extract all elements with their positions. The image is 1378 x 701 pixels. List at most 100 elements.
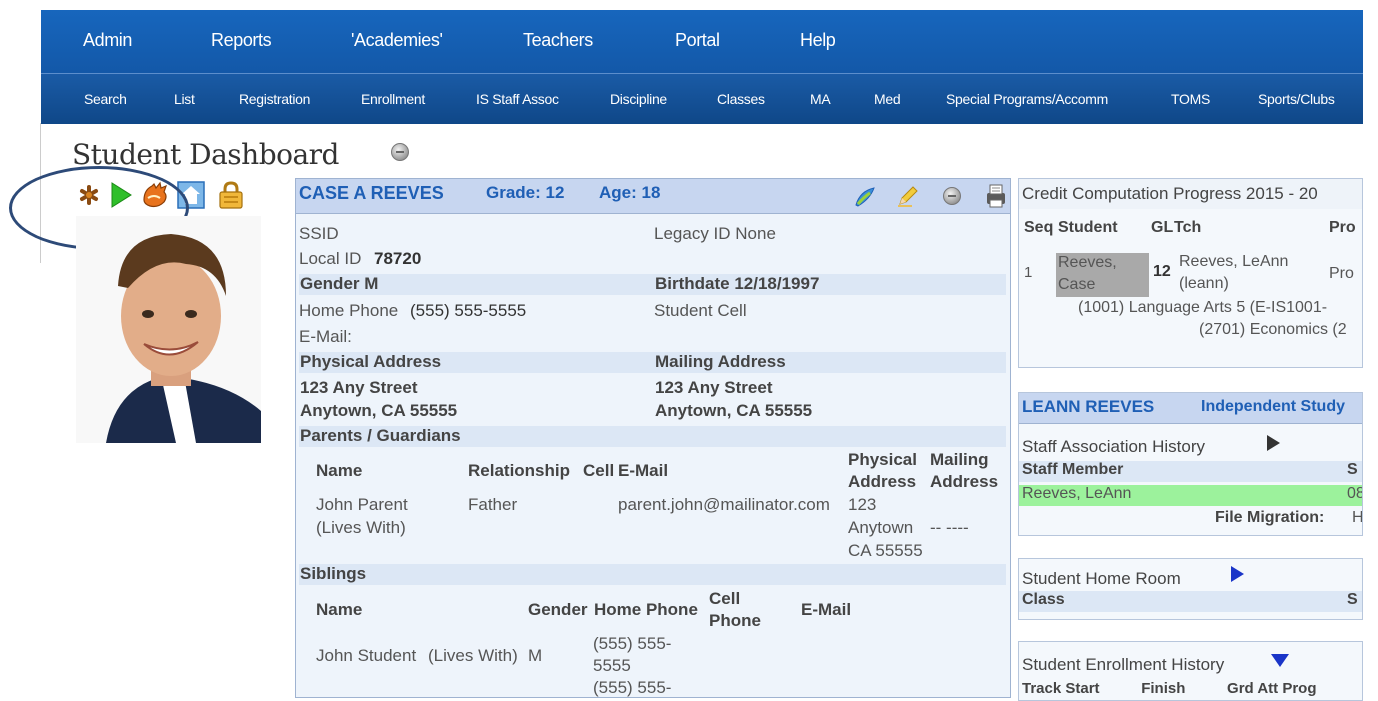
guardian-mailing: -- ----	[930, 518, 969, 537]
gender: Gender M	[300, 274, 379, 293]
edit-icon[interactable]	[896, 184, 920, 213]
siblings-label: Siblings	[300, 564, 367, 583]
address-line1-row: 123 Any Street 123 Any Street	[299, 378, 1006, 399]
subnav-discipline[interactable]: Discipline	[610, 91, 667, 107]
credit-teacher-link[interactable]: Reeves, LeAnn	[1179, 253, 1288, 271]
guardian-email-link[interactable]: parent.john@mailinator.com	[618, 495, 830, 515]
credit-student-link-2[interactable]: Case	[1058, 276, 1095, 294]
home-phone-value: (555) 555-5555	[410, 301, 527, 320]
subnav-special-programs[interactable]: Special Programs/Accomm	[946, 91, 1108, 107]
credit-seq: 1	[1024, 264, 1033, 281]
physical-address-label: Physical Address	[300, 352, 442, 371]
guardian-lives-with: (Lives With)	[316, 518, 406, 537]
guardians-col-physical: Physical	[848, 450, 917, 469]
guardians-col-mailing-2: Address	[930, 472, 999, 491]
mailing-address-label: Mailing Address	[655, 352, 786, 371]
guardians-col-email: E-Mail	[618, 461, 669, 480]
guardian-name-link[interactable]: John Parent	[316, 495, 408, 515]
course-link[interactable]: (1001) Language Arts 5 (E-IS1001-	[1078, 299, 1327, 317]
siblings-col-cell-2: Phone	[709, 611, 761, 630]
siblings-table: Name Gender Home Phone Cell Phone E-Mail…	[296, 586, 1010, 697]
homeroom-col-right: S	[1347, 591, 1358, 608]
email-row: E-Mail:	[299, 327, 1006, 348]
secondary-nav: Search List Registration Enrollment IS S…	[41, 73, 1363, 124]
guardian-physical-3: CA 55555	[848, 541, 923, 560]
address-line2-row: Anytown, CA 55555 Anytown, CA 55555	[299, 401, 1006, 422]
nav-academies[interactable]: 'Academies'	[351, 30, 443, 51]
credit-student-link[interactable]: Reeves,	[1058, 254, 1117, 272]
guardians-col-mailing: Mailing	[930, 450, 989, 469]
credit-panel-title: Credit Computation Progress 2015 - 20	[1022, 184, 1318, 203]
student-photo	[76, 216, 261, 443]
print-icon[interactable]	[984, 183, 1008, 214]
home-phone-label: Home Phone	[299, 301, 399, 320]
homeroom-panel: Student Home Room Class S	[1018, 558, 1363, 620]
student-cell-label: Student Cell	[654, 301, 747, 320]
siblings-col-email: E-Mail	[801, 600, 852, 619]
file-migration-label: File Migration:	[1215, 509, 1325, 526]
nav-teachers[interactable]: Teachers	[523, 30, 593, 51]
guardians-label: Parents / Guardians	[300, 426, 461, 445]
guardian-physical-1: 123	[848, 495, 877, 514]
student-info-panel: CASE A REEVES Grade: 12 Age: 18 SSID Leg…	[295, 178, 1011, 698]
subnav-is-staff-assoc[interactable]: IS Staff Assoc	[476, 91, 559, 107]
gender-row: Gender M Birthdate 12/18/1997	[299, 274, 1006, 295]
nav-reports[interactable]: Reports	[211, 30, 272, 51]
subnav-sports-clubs[interactable]: Sports/Clubs	[1258, 91, 1335, 107]
guardians-table: Name Relationship Cell E-Mail Physical A…	[296, 447, 1010, 567]
siblings-col-home-phone: Home Phone	[594, 600, 698, 619]
staff-panel: LEANN REEVES Independent Study Staff Ass…	[1018, 392, 1363, 536]
siblings-col-gender: Gender	[528, 600, 588, 619]
mailing-line2: Anytown, CA 55555	[655, 401, 813, 420]
expand-arrow-icon[interactable]	[1229, 565, 1245, 588]
credit-col-gl: GL	[1151, 219, 1174, 236]
feather-icon[interactable]	[852, 185, 878, 214]
credit-teacher-username[interactable]: (leann)	[1179, 275, 1229, 293]
legacy-id: Legacy ID None	[654, 224, 776, 243]
credit-gl: 12	[1153, 263, 1171, 280]
primary-nav: Admin Reports 'Academies' Teachers Porta…	[41, 10, 1363, 73]
lock-icon[interactable]	[216, 180, 244, 210]
nav-portal[interactable]: Portal	[675, 30, 720, 51]
nav-admin[interactable]: Admin	[83, 30, 132, 51]
guardians-section-header: Parents / Guardians	[299, 426, 1006, 447]
staff-program: Independent Study	[1201, 398, 1345, 415]
enrollment-title: Student Enrollment History	[1022, 655, 1225, 674]
collapse-icon[interactable]	[943, 187, 961, 205]
subnav-classes[interactable]: Classes	[717, 91, 765, 107]
collapse-arrow-icon[interactable]	[1270, 652, 1290, 673]
subnav-list[interactable]: List	[174, 91, 195, 107]
credit-col-student: Student	[1058, 219, 1118, 236]
mailing-line1: 123 Any Street	[655, 378, 773, 397]
subnav-registration[interactable]: Registration	[239, 91, 310, 107]
homeroom-title: Student Home Room	[1022, 569, 1181, 588]
credit-progress-panel: Credit Computation Progress 2015 - 20 Se…	[1018, 178, 1363, 368]
local-id-value: 78720	[374, 249, 422, 268]
subnav-med[interactable]: Med	[874, 91, 901, 107]
guardians-col-cell: Cell	[583, 461, 615, 480]
credit-col-seq: Seq	[1024, 219, 1054, 236]
student-grade: Grade: 12	[486, 183, 565, 202]
collapse-icon[interactable]	[391, 143, 409, 161]
nav-help[interactable]: Help	[800, 30, 836, 51]
sibling-phone-2: 5555	[593, 656, 631, 675]
staff-member-link[interactable]: Reeves, LeAnn	[1022, 485, 1131, 503]
guardians-col-physical-2: Address	[848, 472, 917, 491]
subnav-toms[interactable]: TOMS	[1171, 91, 1210, 107]
siblings-section-header: Siblings	[299, 564, 1006, 585]
subnav-enrollment[interactable]: Enrollment	[361, 91, 425, 107]
expand-arrow-icon[interactable]	[1265, 434, 1281, 457]
subnav-search[interactable]: Search	[84, 91, 127, 107]
staff-col-start: S	[1347, 461, 1358, 478]
course-link[interactable]: (2701) Economics (2	[1199, 321, 1347, 339]
guardians-col-relationship: Relationship	[468, 461, 571, 480]
table-row: Reeves, LeAnn 08	[1019, 485, 1362, 506]
credit-prog-link[interactable]: Pro	[1329, 265, 1354, 283]
sibling-name-link[interactable]: John Student	[316, 646, 416, 666]
staff-name: LEANN REEVES	[1022, 397, 1155, 416]
physical-line2: Anytown, CA 55555	[300, 401, 458, 420]
ssid-row: SSID Legacy ID None	[299, 224, 1006, 245]
credit-panel-header: Credit Computation Progress 2015 - 20	[1019, 179, 1362, 209]
siblings-col-cell: Cell	[709, 589, 741, 608]
subnav-ma[interactable]: MA	[810, 91, 831, 107]
